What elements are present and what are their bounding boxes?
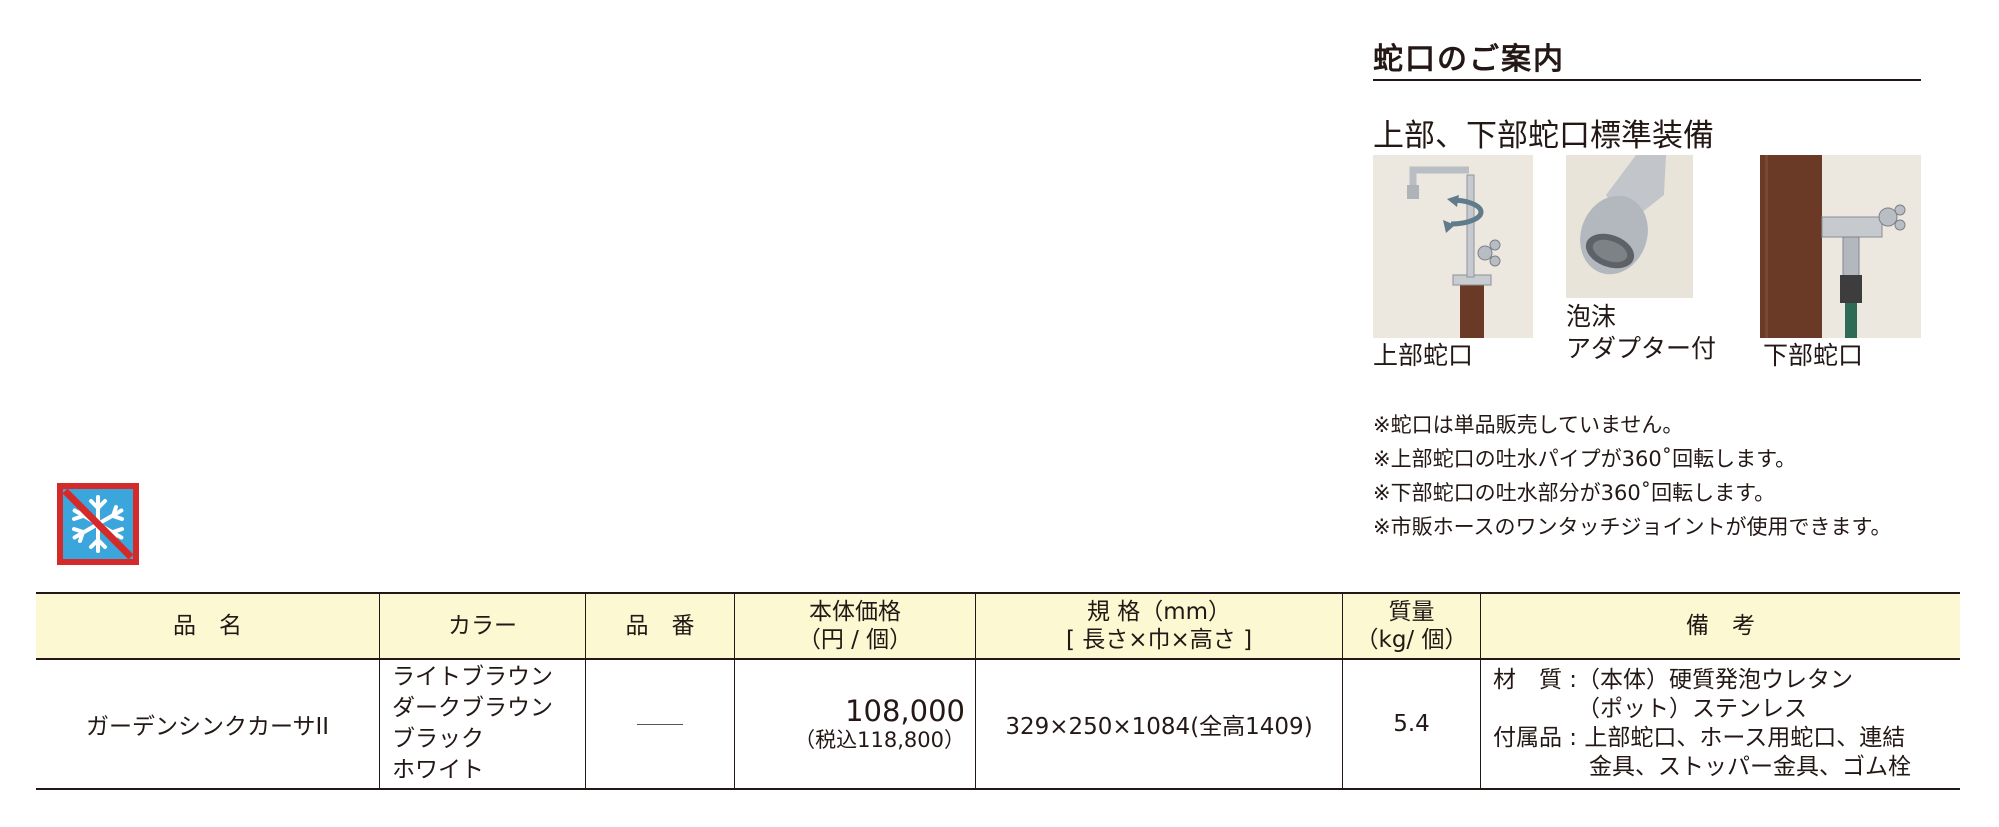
- color-option: ダークブラウン: [392, 695, 553, 721]
- foam-adapter-caption-line1: 泡沫: [1566, 302, 1617, 331]
- dimensions-cell: 329×250×1084(全高1409): [975, 659, 1343, 790]
- color-option: ブラック: [392, 726, 484, 752]
- price-with-tax: （税込118,800）: [794, 728, 965, 752]
- header-spec-line2: [ 長さ×巾×高さ ]: [1065, 627, 1253, 653]
- header-weight-line2: （kg/ 個）: [1355, 627, 1468, 653]
- note-item: ※蛇口は単品販売していません。: [1373, 413, 1684, 437]
- table-header-row: 品 名 カラー 品 番 本体価格 （円 / 個） 規 格（mm） [ 長さ×巾×…: [36, 592, 1960, 660]
- header-color: カラー: [379, 592, 586, 660]
- color-option: ホワイト: [392, 757, 484, 783]
- faucet-notes: ※蛇口は単品販売していません。 ※上部蛇口の吐水パイプが360˚回転します。 ※…: [1373, 408, 1891, 544]
- price-cell: 108,000 （税込118,800）: [734, 659, 976, 790]
- header-price: 本体価格 （円 / 個）: [734, 592, 976, 660]
- note-item: ※下部蛇口の吐水部分が360˚回転します。: [1373, 481, 1776, 505]
- section-divider: [1373, 79, 1921, 81]
- price-value: 108,000: [845, 694, 965, 728]
- header-weight: 質量 （kg/ 個）: [1342, 592, 1481, 660]
- foam-adapter-caption-line2: アダプター付: [1566, 334, 1717, 363]
- remarks-accessories-cont: 金具、ストッパー金具、ゴム栓: [1589, 754, 1911, 780]
- product-spec-table: 品 名 カラー 品 番 本体価格 （円 / 個） 規 格（mm） [ 長さ×巾×…: [36, 592, 1960, 790]
- lower-faucet-caption: 下部蛇口: [1763, 341, 1864, 370]
- color-option: ライトブラウン: [392, 664, 553, 690]
- header-spec: 規 格（mm） [ 長さ×巾×高さ ]: [975, 592, 1343, 660]
- weight-cell: 5.4: [1342, 659, 1481, 790]
- product-name-cell: ガーデンシンクカーサII: [36, 659, 380, 790]
- header-remarks: 備 考: [1480, 592, 1960, 660]
- header-price-line1: 本体価格: [809, 599, 901, 625]
- upper-faucet-caption: 上部蛇口: [1373, 341, 1474, 370]
- remarks-accessories: 付属品 : 上部蛇口、ホース用蛇口、連結: [1493, 725, 1906, 751]
- note-item: ※上部蛇口の吐水パイプが360˚回転します。: [1373, 447, 1797, 471]
- color-cell: ライトブラウン ダークブラウン ブラック ホワイト: [379, 659, 586, 790]
- header-product-code: 品 番: [585, 592, 735, 660]
- header-price-line2: （円 / 個）: [797, 627, 913, 653]
- remarks-material-pot: （ポット）ステンレス: [1577, 696, 1807, 722]
- foam-adapter-caption: 泡沫 アダプター付: [1566, 301, 1716, 365]
- header-weight-line1: 質量: [1388, 599, 1435, 625]
- snowflake-prohibited-icon: [57, 483, 139, 565]
- header-spec-line1: 規 格（mm）: [1086, 599, 1232, 625]
- faucet-subtitle: 上部、下部蛇口標準装備: [1373, 118, 1714, 154]
- lower-faucet-photo: [1760, 155, 1921, 338]
- remarks-material: 材 質 :（本体）硬質発泡ウレタン: [1493, 667, 1854, 693]
- foam-adapter-photo: [1566, 155, 1693, 298]
- header-product-name: 品 名: [36, 592, 380, 660]
- section-title: 蛇口のご案内: [1373, 42, 1565, 77]
- upper-faucet-photo: [1373, 155, 1533, 338]
- note-item: ※市販ホースのワンタッチジョイントが使用できます。: [1373, 515, 1892, 539]
- table-row: ガーデンシンクカーサII ライトブラウン ダークブラウン ブラック ホワイト 1…: [36, 659, 1960, 790]
- empty-dash: [637, 724, 683, 725]
- product-code-cell: [585, 659, 735, 790]
- remarks-cell: 材 質 :（本体）硬質発泡ウレタン （ポット）ステンレス 付属品 : 上部蛇口、…: [1480, 659, 1960, 790]
